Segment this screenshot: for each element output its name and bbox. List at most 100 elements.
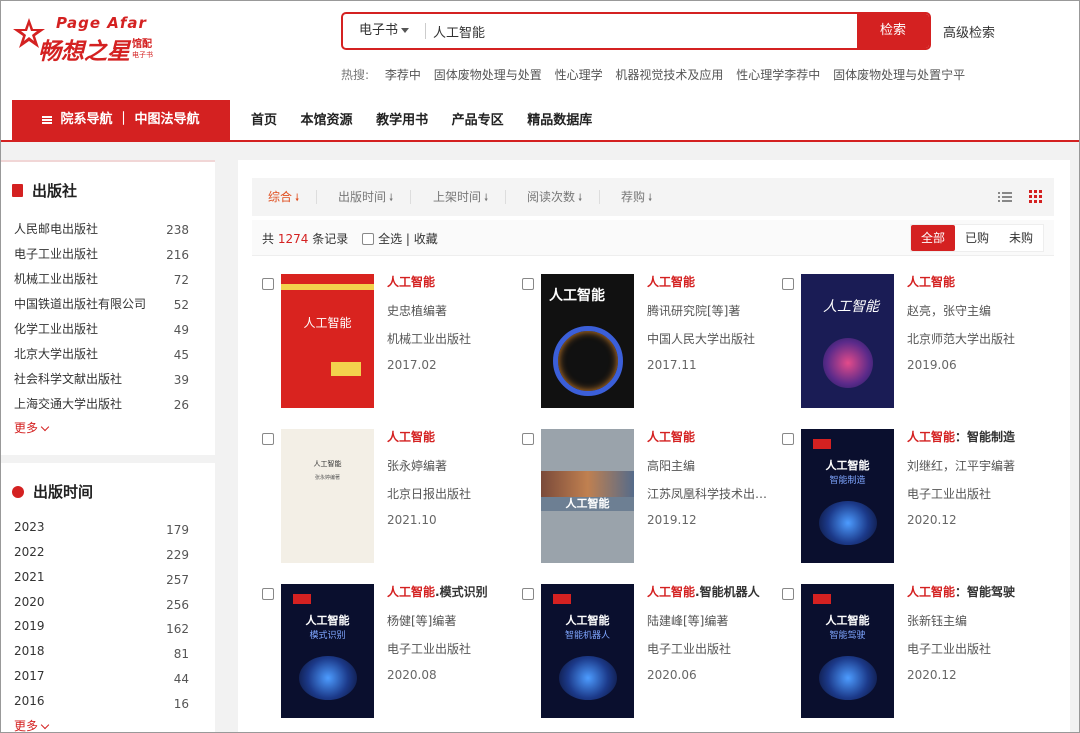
book-checkbox[interactable]: [782, 433, 794, 445]
nav-link-home[interactable]: 首页: [251, 113, 277, 128]
year-facet-item[interactable]: 2018 81: [14, 644, 194, 664]
book-card[interactable]: 人工智能 智能制造 人工智能：智能制造 刘继红，江平宇编著 电子工业出版社 202…: [782, 429, 1042, 569]
year-facet-item[interactable]: 2023 179: [14, 520, 194, 540]
nav-link-databases[interactable]: 精品数据库: [527, 113, 592, 128]
book-checkbox[interactable]: [522, 588, 534, 600]
book-author: 陆建峰[等]编著: [647, 614, 729, 628]
book-checkbox[interactable]: [782, 588, 794, 600]
book-cover[interactable]: 人工智能 张永婷编著: [281, 429, 374, 563]
book-author: 张新钰主编: [907, 614, 968, 628]
publisher-facet-item[interactable]: 中国铁道出版社有限公司 52: [14, 295, 194, 315]
year-facet-item[interactable]: 2019 162: [14, 619, 194, 639]
hot-term[interactable]: 性心理学李荐中: [736, 68, 820, 82]
book-publisher: 电子工业出版社: [907, 487, 992, 501]
book-title[interactable]: 人工智能: [647, 429, 775, 446]
year-facet-item[interactable]: 2016 16: [14, 694, 194, 714]
book-author: 腾讯研究院[等]著: [647, 304, 741, 318]
book-checkbox[interactable]: [262, 278, 274, 290]
hot-term[interactable]: 固体废物处理与处置宁平: [833, 68, 965, 82]
book-cover[interactable]: 人工智能: [541, 429, 634, 563]
year-facet-item[interactable]: 2021 257: [14, 570, 194, 590]
publisher-facet-item[interactable]: 社会科学文献出版社 39: [14, 370, 194, 390]
sort-shelf-date[interactable]: 上架时间 🠗: [433, 178, 507, 216]
book-date: 2020.12: [907, 513, 957, 527]
filter-tab-all[interactable]: 全部: [910, 225, 955, 251]
year-facet-item[interactable]: 2020 256: [14, 595, 194, 615]
facet-name: 化学工业出版社: [14, 322, 99, 336]
hot-term[interactable]: 李荐中: [385, 68, 421, 82]
book-cover[interactable]: 人工智能 智能机器人: [541, 584, 634, 718]
cover-image: 人工智能: [281, 274, 374, 408]
advanced-search-link[interactable]: 高级检索: [943, 22, 995, 41]
sort-relevance[interactable]: 综合 🠗: [268, 178, 318, 216]
year-facet-item[interactable]: 2022 229: [14, 545, 194, 565]
book-card[interactable]: 人工智能 模式识别 人工智能.模式识别 杨健[等]编著 电子工业出版社 2020.…: [262, 584, 522, 724]
category-nav-button[interactable]: 院系导航 ｜ 中图法导航: [12, 100, 230, 140]
book-card[interactable]: 人工智能 智能驾驶 人工智能：智能驾驶 张新钰主编 电子工业出版社 2020.12: [782, 584, 1042, 724]
book-title[interactable]: 人工智能.智能机器人: [647, 584, 775, 601]
site-logo[interactable]: Page Afar 畅想之星 馆配 电子书: [12, 14, 167, 66]
nav-link-library[interactable]: 本馆资源: [301, 113, 353, 128]
book-card[interactable]: 人工智能 张永婷编著 人工智能 张永婷编著 北京日报出版社 2021.10: [262, 429, 522, 569]
book-card[interactable]: 人工智能 人工智能 高阳主编 江苏凤凰科学技术出版社 2019.12: [522, 429, 782, 569]
book-checkbox[interactable]: [262, 433, 274, 445]
book-title[interactable]: 人工智能：智能驾驶: [907, 584, 1035, 601]
publisher-facet-item[interactable]: 人民邮电出版社 238: [14, 220, 194, 240]
nav-link-textbooks[interactable]: 教学用书: [376, 113, 428, 128]
publisher-facet-item[interactable]: 上海交通大学出版社 26: [14, 395, 194, 415]
publisher-facet-item[interactable]: 北京大学出版社 45: [14, 345, 194, 365]
book-title[interactable]: 人工智能: [387, 429, 515, 446]
publisher-facet-item[interactable]: 机械工业出版社 72: [14, 270, 194, 290]
select-all-label[interactable]: 全选 | 收藏: [378, 232, 438, 246]
search-input[interactable]: [433, 14, 853, 48]
hot-term[interactable]: 固体废物处理与处置: [434, 68, 542, 82]
book-cover[interactable]: 人工智能 智能制造: [801, 429, 894, 563]
publisher-facet-item[interactable]: 电子工业出版社 216: [14, 245, 194, 265]
book-title[interactable]: 人工智能: [387, 274, 515, 291]
publisher-more-link[interactable]: 更多: [14, 419, 50, 436]
book-checkbox[interactable]: [522, 433, 534, 445]
book-card[interactable]: 人工智能 智能机器人 人工智能.智能机器人 陆建峰[等]编著 电子工业出版社 20…: [522, 584, 782, 724]
ownership-filter-tabs: 全部 已购 未购: [909, 224, 1044, 252]
book-card[interactable]: 人工智能 人工智能 赵亮，张守主编 北京师范大学出版社 2019.06: [782, 274, 1042, 414]
facet-count: 179: [166, 523, 189, 537]
list-view-icon[interactable]: [998, 190, 1012, 204]
filter-tab-purchased[interactable]: 已购: [955, 225, 999, 251]
grid-view-icon[interactable]: [1029, 190, 1043, 204]
publisher-facet-item[interactable]: 化学工业出版社 49: [14, 320, 194, 340]
book-title[interactable]: 人工智能: [907, 274, 1035, 291]
hot-term[interactable]: 性心理学: [555, 68, 603, 82]
sort-label: 综合: [268, 190, 293, 204]
sort-pub-date[interactable]: 出版时间 🠗: [338, 178, 412, 216]
book-cover[interactable]: 人工智能: [541, 274, 634, 408]
book-date: 2019.06: [907, 358, 957, 372]
nav-link-products[interactable]: 产品专区: [452, 113, 504, 128]
search-button[interactable]: 检索: [857, 14, 929, 48]
book-checkbox[interactable]: [262, 588, 274, 600]
book-checkbox[interactable]: [782, 278, 794, 290]
book-title-keyword: 人工智能: [907, 430, 956, 444]
publisher-facet-title: 出版社: [12, 180, 77, 201]
facet-name: 2020: [14, 595, 45, 609]
book-card[interactable]: 人工智能 人工智能 史忠植编著 机械工业出版社 2017.02: [262, 274, 522, 414]
book-title[interactable]: 人工智能：智能制造: [907, 429, 1035, 446]
book-cover[interactable]: 人工智能 模式识别: [281, 584, 374, 718]
book-cover[interactable]: 人工智能: [281, 274, 374, 408]
year-more-link[interactable]: 更多: [14, 717, 50, 733]
select-all-checkbox[interactable]: [362, 233, 375, 245]
sort-recommend[interactable]: 荐购 🠗: [621, 178, 652, 216]
cover-illustration: [559, 656, 617, 700]
sort-read-count[interactable]: 阅读次数 🠗: [527, 178, 601, 216]
book-title[interactable]: 人工智能: [647, 274, 775, 291]
cover-band: [281, 284, 374, 290]
hot-term[interactable]: 机器视觉技术及应用: [615, 68, 723, 82]
year-facet-item[interactable]: 2017 44: [14, 669, 194, 689]
chevron-down-icon: [40, 720, 50, 730]
search-category-select[interactable]: 电子书: [343, 14, 425, 48]
book-cover[interactable]: 人工智能 智能驾驶: [801, 584, 894, 718]
book-cover[interactable]: 人工智能: [801, 274, 894, 408]
book-card[interactable]: 人工智能 人工智能 腾讯研究院[等]著 中国人民大学出版社 2017.11: [522, 274, 782, 414]
filter-tab-unpurchased[interactable]: 未购: [999, 225, 1043, 251]
book-title[interactable]: 人工智能.模式识别: [387, 584, 515, 601]
book-checkbox[interactable]: [522, 278, 534, 290]
